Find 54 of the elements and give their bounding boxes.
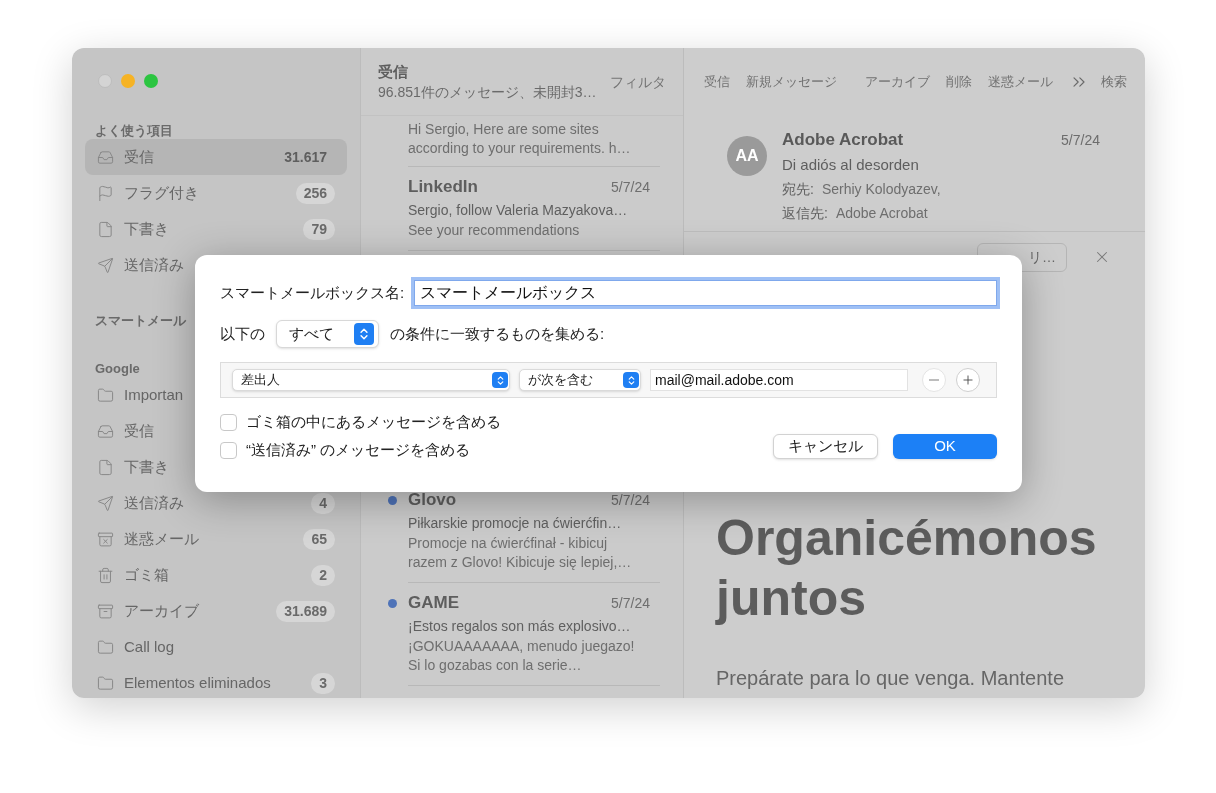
checkbox-label: “送信済み” のメッセージを含める [246, 439, 471, 460]
message-preview: See your recommendations [408, 221, 581, 240]
unread-count: 79 [303, 218, 335, 240]
unread-count: 256 [295, 182, 335, 204]
message-date: 5/7/24 [1061, 130, 1100, 150]
match-prefix-label: 以下の [220, 323, 265, 344]
checkbox-label: ゴミ箱の中にあるメッセージを含める [246, 411, 501, 432]
sidebar-label: 下書き [124, 218, 169, 239]
sidebar-label: アーカイブ [124, 600, 199, 621]
sidebar-label: Call log [124, 636, 175, 657]
mailbox-title: 受信 [378, 62, 409, 82]
message-subject: ¡Estos regalos son más explosivo… [408, 617, 632, 636]
sidebar-section-title: よく使う項目 [94, 122, 174, 139]
sidebar-section-title: Google [94, 360, 141, 377]
sidebar-label: ゴミ箱 [124, 564, 169, 585]
message-preview: Promocje na ćwierćfinał - kibicuj razem z Glovo! Kibicuje się lepiej,… [408, 534, 633, 572]
unread-count: 31.689 [276, 600, 335, 622]
message-subject: Piłkarskie promocje na ćwierćfin… [408, 514, 623, 533]
reply-to-address: Adobe Acrobat [835, 204, 928, 223]
field-label: スマートメールボックス名: [220, 282, 405, 303]
unread-count: 31.617 [283, 147, 328, 167]
body-heading: Organicémonos juntos [716, 509, 1098, 628]
message-preview: Hi Sergio, Here are some sites according to your requirements. h… [408, 120, 632, 158]
unread-count: 2 [311, 564, 335, 586]
sidebar-label: Elementos eliminados [124, 672, 271, 693]
message-date: 5/7/24 [611, 177, 650, 197]
message-preview: ¡GOKUAAAAAAA, menudo juegazo! Si lo gozabas con la serie… [408, 637, 636, 675]
message-subject: Di adiós al desorden [782, 155, 920, 175]
unread-count: 65 [303, 528, 335, 550]
sender-name: Adobe Acrobat [782, 129, 904, 152]
sidebar-label: 受信 [124, 420, 154, 441]
sidebar-label: フラグ付き [124, 182, 199, 203]
match-suffix-label: の条件に一致するものを集める: [390, 323, 605, 344]
sidebar-label: Importan [124, 384, 184, 405]
message-date: 5/7/24 [611, 593, 650, 613]
message-subject: Sergio, follow Valeria Mazyakova… [408, 201, 629, 220]
sidebar-label: 送信済み [124, 254, 184, 275]
sidebar-label: 送信済み [124, 492, 184, 513]
message-date: 5/7/24 [611, 490, 650, 510]
message-sender: Glovo [408, 489, 457, 512]
unread-count: 4 [311, 492, 335, 514]
reply-to-label: 返信先: [782, 204, 828, 223]
sidebar-label: 迷惑メール [124, 528, 199, 549]
unread-count: 3 [311, 672, 335, 694]
sidebar-section-title: スマートメール [94, 312, 187, 329]
avatar: AA [727, 136, 767, 176]
body-text: Prepárate para lo que venga. Mantente [716, 666, 1066, 691]
recipient: Serhiy Kolodyazev, [821, 180, 941, 199]
sidebar-label: 下書き [124, 456, 169, 477]
message-sender: LinkedIn [408, 176, 478, 199]
to-label: 宛先: [782, 180, 814, 199]
message-count: 96.851件のメッセージ、未開封3… [378, 83, 597, 102]
sidebar-label: 受信 [124, 146, 154, 167]
message-sender: GAME [408, 592, 459, 615]
